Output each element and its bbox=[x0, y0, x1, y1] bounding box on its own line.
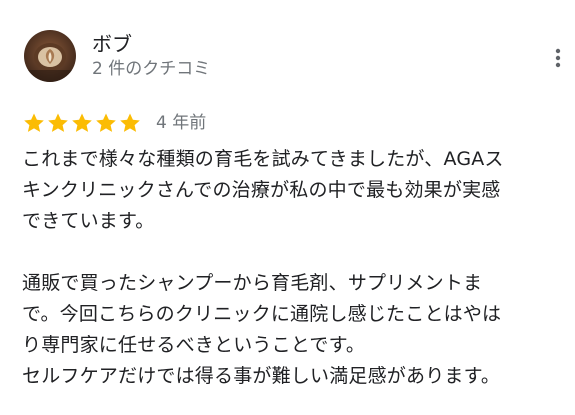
star-icon bbox=[72, 113, 92, 132]
rating-row: 4 年前 bbox=[22, 110, 206, 136]
review-text-line: セルフケアだけでは得る事が難しい満足感があります。 bbox=[22, 365, 501, 387]
author-name[interactable]: ボブ bbox=[92, 31, 210, 57]
star-icon bbox=[48, 113, 68, 132]
star-icon bbox=[120, 113, 140, 132]
author-info: ボブ 2 件のクチコミ bbox=[92, 31, 210, 81]
star-icon bbox=[24, 113, 44, 132]
star-icon bbox=[96, 113, 116, 132]
avatar[interactable] bbox=[24, 30, 76, 82]
review-header: ボブ 2 件のクチコミ bbox=[24, 28, 210, 84]
review-date: 4 年前 bbox=[156, 113, 207, 133]
review-text-line: で。今回こちらのクリニックに通院し感じたことはやは bbox=[22, 303, 502, 325]
review-text-line: できています。 bbox=[22, 210, 155, 232]
more-options-button[interactable] bbox=[545, 40, 571, 76]
review-text-line: これまで様々な種類の育毛を試みてきましたが、AGAス bbox=[22, 148, 504, 170]
avatar-photo-icon bbox=[24, 30, 76, 82]
star-rating bbox=[22, 111, 142, 135]
review-text-line: り専門家に任せるべきということです。 bbox=[22, 334, 366, 356]
more-vert-icon bbox=[555, 48, 561, 68]
review-text-line: キンクリニックさんでの治療が私の中で最も効果が実感 bbox=[22, 179, 501, 201]
author-review-count: 2 件のクチコミ bbox=[92, 59, 211, 79]
review-text-line: 通販で買ったシャンプーから育毛剤、サプリメントま bbox=[22, 272, 483, 294]
review-text: これまで様々な種類の育毛を試みてきましたが、AGAス キンクリニックさんでの治療が… bbox=[22, 144, 570, 392]
review-card: ボブ 2 件のクチコミ 4 年前 これまで様々な種類の育毛を試みてきましたが、A… bbox=[0, 0, 575, 415]
